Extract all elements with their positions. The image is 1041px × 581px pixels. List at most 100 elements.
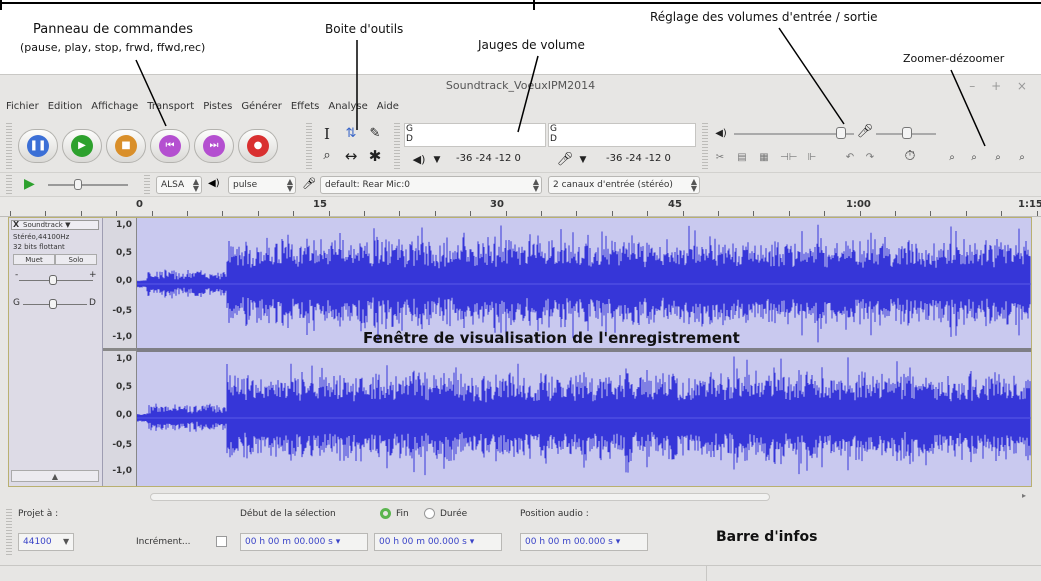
device-toolbar: ▶ ALSA ▲ ▼ ◀) pulse ▲ ▼ 🎤︎ default: Rear Mic… [0,173,1041,197]
amplitude-label: 0,5 [116,382,132,392]
copy-icon[interactable]: ▤ [734,151,750,165]
input-volume-thumb[interactable] [902,127,912,139]
window-controls[interactable]: – + × [969,75,1033,97]
skip-end-icon: ⏭ [203,135,225,157]
ruler-tick [470,211,472,216]
ruler-tick [895,211,896,216]
selection-start-time[interactable]: 00 h 00 m 00.000 s ▾ [240,533,368,551]
input-device-select[interactable]: default: Rear Mic:0 ▲ ▼ [320,176,542,194]
increment-checkbox[interactable] [216,536,227,547]
draw-tool-icon[interactable]: ✎ [366,125,384,143]
record-meter[interactable] [548,123,696,147]
pan-thumb[interactable] [49,299,57,309]
mic-icon[interactable]: 🎤︎ [556,151,574,169]
redo-icon[interactable]: ↷ [862,151,878,165]
main-toolbar: ❚❚ ▶ ■ ⏮ ⏭ ● I ⇅ ✎ ⌕ ↔ ✱ G D G D ◀) ▼ -36 -24… [0,119,1041,173]
skip-start-icon: ⏮ [159,135,181,157]
play-at-speed-icon[interactable]: ▶ [24,177,35,191]
menu-item-transport[interactable]: Transport [147,101,194,112]
track-format: Stéréo,44100Hz [13,233,70,241]
menu-item-fichier[interactable]: Fichier [6,101,39,112]
menu-item-pistes[interactable]: Pistes [203,101,232,112]
timeshift-tool-icon[interactable]: ↔ [342,147,360,165]
playback-meter[interactable] [404,123,546,147]
record-menu-arrow-icon[interactable]: ▼ [574,151,592,169]
stop-button[interactable]: ■ [106,129,146,163]
project-rate-select[interactable]: 44100 ▼ [18,533,74,551]
menu-item-affichage[interactable]: Affichage [91,101,138,112]
collapse-track-button[interactable]: ▲ [11,470,99,482]
selection-start-value: 00 h 00 m 00.000 s [245,537,333,547]
menu-item-analyse[interactable]: Analyse [328,101,367,112]
amplitude-label: 0,0 [116,276,132,286]
playback-menu-arrow-icon[interactable]: ▼ [428,151,446,169]
zoom-out-icon[interactable]: ⌕ [966,151,982,165]
track-close-button[interactable]: X [13,220,19,229]
paste-icon[interactable]: ▦ [756,151,772,165]
audio-host-select[interactable]: ALSA ▲ ▼ [156,176,202,194]
selection-end-time[interactable]: 00 h 00 m 00.000 s ▾ [374,533,502,551]
cut-icon[interactable]: ✂ [712,151,728,165]
multi-tool-icon[interactable]: ✱ [366,147,384,165]
zoom-tool-icon[interactable]: ⌕ [318,147,336,165]
input-channels-select[interactable]: 2 canaux d'entrée (stéréo) ▲ ▼ [548,176,700,194]
increment-label: Incrément... [136,537,191,547]
mute-button[interactable]: Muet [13,254,55,265]
menu-item-aide[interactable]: Aide [377,101,399,112]
mixer-grip[interactable] [702,123,708,169]
timeline-ruler[interactable]: 0 15 30 45 1:00 1:15 [0,197,1041,217]
tools-grip[interactable] [306,123,312,169]
pause-button[interactable]: ❚❚ [18,129,58,163]
toolbar-grip[interactable] [6,123,12,169]
play-button[interactable]: ▶ [62,129,102,163]
annotation-boite-outils: Boite d'outils [325,22,404,36]
output-volume-thumb[interactable] [836,127,846,139]
skip-end-button[interactable]: ⏭ [194,129,234,163]
menu-item-edition[interactable]: Edition [48,101,83,112]
channel-separator [137,348,1031,352]
horizontal-scrollbar[interactable]: ▸ [0,491,1041,503]
playback-left-label: G [406,124,413,134]
end-radio[interactable] [380,508,391,519]
annotation-panneau-title: Panneau de commandes [33,22,194,37]
audio-position-time[interactable]: 00 h 00 m 00.000 s ▾ [520,533,648,551]
info-grip[interactable] [6,509,12,555]
zoom-in-icon[interactable]: ⌕ [944,151,960,165]
sync-lock-icon[interactable]: ⏱ [902,149,918,163]
chevron-updown-icon: ▲ ▼ [690,177,697,193]
trim-icon[interactable]: ⊣⊢ [780,151,797,165]
scroll-right-icon[interactable]: ▸ [1022,491,1026,500]
menu-item-effets[interactable]: Effets [291,101,320,112]
waveform-view[interactable] [137,218,1031,486]
gain-thumb[interactable] [49,275,57,285]
stop-icon: ■ [115,135,137,157]
ruler-label: 0 [136,199,143,210]
silence-icon[interactable]: ⊩ [804,151,820,165]
ruler-tick [753,211,755,216]
play-speed-thumb[interactable] [74,179,82,190]
output-volume-icon: ◀) [715,128,727,139]
duration-radio[interactable] [424,508,435,519]
fit-project-icon[interactable]: ⌕ [1014,151,1030,165]
device-grip-2[interactable] [144,175,150,195]
meters-grip[interactable] [394,123,400,169]
scroll-thumb[interactable] [150,493,770,501]
ruler-tick [1036,211,1038,216]
annotation-fenetre: Fenêtre de visualisation de l'enregistre… [363,329,740,347]
playback-right-label: D [406,134,413,144]
menu-item-gnrer[interactable]: Générer [241,101,282,112]
ruler-label: 30 [490,199,504,210]
play-speed-slider[interactable] [48,184,128,186]
selection-tool-icon[interactable]: I [318,125,336,143]
ruler-tick [611,211,613,216]
envelope-tool-icon[interactable]: ⇅ [342,125,360,143]
speaker-icon[interactable]: ◀) [410,151,428,169]
output-device-select[interactable]: pulse ▲ ▼ [228,176,296,194]
undo-icon[interactable]: ↶ [842,151,858,165]
status-divider [706,566,707,581]
solo-button[interactable]: Solo [55,254,97,265]
record-button[interactable]: ● [238,129,278,163]
skip-start-button[interactable]: ⏮ [150,129,190,163]
fit-selection-icon[interactable]: ⌕ [990,151,1006,165]
device-grip[interactable] [6,175,12,195]
